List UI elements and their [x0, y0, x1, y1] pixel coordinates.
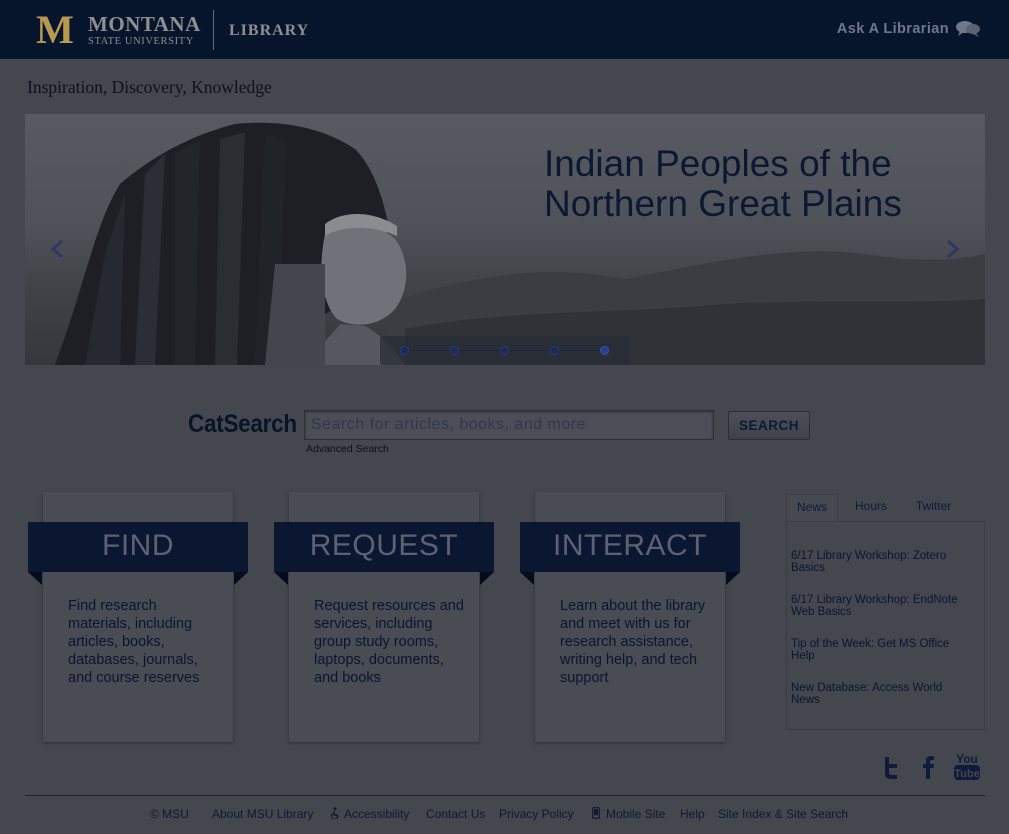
search-input[interactable]: Search for articles, books, and more: [304, 410, 714, 440]
site-tagline: Inspiration, Discovery, Knowledge: [27, 77, 272, 97]
hero-title[interactable]: Indian Peoples of the Northern Great Pla…: [544, 144, 964, 224]
youtube-link[interactable]: You Tube: [952, 750, 982, 780]
mobile-phone-icon: [592, 807, 600, 819]
footer-about-link[interactable]: About MSU Library: [212, 807, 313, 821]
find-banner-fold-right: [234, 572, 248, 585]
carousel-next-icon[interactable]: [941, 238, 963, 260]
tab-hours[interactable]: Hours: [846, 494, 896, 522]
news-panel: 6/17 Library Workshop: Zotero Basics 6/1…: [786, 521, 985, 730]
footer-divider: [25, 795, 985, 796]
facebook-link[interactable]: [918, 753, 938, 781]
interact-banner-fold-left: [520, 572, 534, 585]
twitter-icon: [885, 757, 897, 779]
ask-a-librarian-label: Ask A Librarian: [836, 21, 949, 37]
logo-university-name: MONTANA: [88, 12, 201, 36]
site-header: M MONTANA STATE UNIVERSITY LIBRARY Ask A…: [0, 0, 1009, 59]
youtube-icon: You Tube: [954, 752, 980, 780]
youtube-tube-text: Tube: [954, 768, 979, 780]
mobile-site-link[interactable]: Mobile Site: [592, 807, 665, 821]
news-tabs: News Hours Twitter: [786, 494, 985, 522]
carousel-pager: [380, 336, 630, 365]
hero-carousel[interactable]: Indian Peoples of the Northern Great Pla…: [25, 114, 985, 365]
interact-title: INTERACT: [553, 529, 707, 562]
carousel-prev-icon[interactable]: [47, 238, 69, 260]
footer-accessibility-label: Accessibility: [344, 807, 410, 821]
interact-banner[interactable]: INTERACT: [520, 522, 740, 585]
accessibility-icon: [330, 807, 339, 819]
find-title: FIND: [102, 529, 174, 562]
find-description: Find research materials, including artic…: [68, 598, 200, 686]
footer-help-link[interactable]: Help: [680, 807, 705, 821]
interact-banner-fold-right: [726, 572, 740, 585]
find-banner[interactable]: FIND: [28, 522, 248, 585]
carousel-dot-1[interactable]: [400, 346, 409, 355]
facebook-icon: [923, 756, 934, 779]
logo-divider: [213, 10, 214, 50]
search-button[interactable]: SEARCH: [728, 411, 810, 440]
carousel-dot-4[interactable]: [550, 346, 559, 355]
logo-university-subtitle: STATE UNIVERSITY: [88, 36, 194, 47]
request-title: REQUEST: [309, 529, 459, 562]
footer-mobile-label: Mobile Site: [606, 807, 666, 821]
footer-site-index-link[interactable]: Site Index & Site Search: [718, 807, 848, 821]
accessibility-link[interactable]: Accessibility: [330, 807, 409, 821]
carousel-dot-2[interactable]: [450, 346, 459, 355]
ask-a-librarian-link[interactable]: Ask A Librarian: [837, 14, 981, 44]
tab-twitter[interactable]: Twitter: [906, 494, 961, 522]
footer-copyright[interactable]: © MSU: [150, 807, 189, 821]
request-description: Request resources and services, includin…: [314, 598, 464, 686]
request-banner-fold-right: [480, 572, 494, 585]
carousel-dot-3[interactable]: [500, 346, 509, 355]
footer-contact-link[interactable]: Contact Us: [426, 807, 485, 821]
twitter-link[interactable]: [880, 753, 902, 781]
news-item[interactable]: 6/17 Library Workshop: EndNote Web Basic…: [791, 594, 971, 618]
footer-privacy-link[interactable]: Privacy Policy: [499, 807, 574, 821]
find-banner-fold-left: [28, 572, 42, 585]
request-banner[interactable]: REQUEST: [274, 522, 494, 585]
msu-library-logo[interactable]: M MONTANA STATE UNIVERSITY LIBRARY: [30, 8, 310, 52]
msu-m-logo-icon: M: [36, 7, 74, 52]
request-banner-fold-left: [274, 572, 288, 585]
news-item[interactable]: Tip of the Week: Get MS Office Help: [791, 638, 971, 662]
site-footer: © MSU About MSU Library Accessibility Co…: [0, 807, 1009, 825]
advanced-search-link[interactable]: Advanced Search: [306, 443, 389, 455]
youtube-you-text: You: [956, 752, 978, 766]
news-item[interactable]: 6/17 Library Workshop: Zotero Basics: [791, 550, 971, 574]
chat-bubbles-icon: [956, 21, 980, 37]
tab-news[interactable]: News: [786, 494, 838, 522]
catsearch-label: CatSearch: [188, 410, 297, 438]
interact-description: Learn about the library and meet with us…: [560, 598, 706, 686]
news-item[interactable]: New Database: Access World News: [791, 682, 971, 706]
logo-library-text: LIBRARY: [229, 22, 310, 39]
carousel-dot-5[interactable]: [600, 346, 609, 355]
